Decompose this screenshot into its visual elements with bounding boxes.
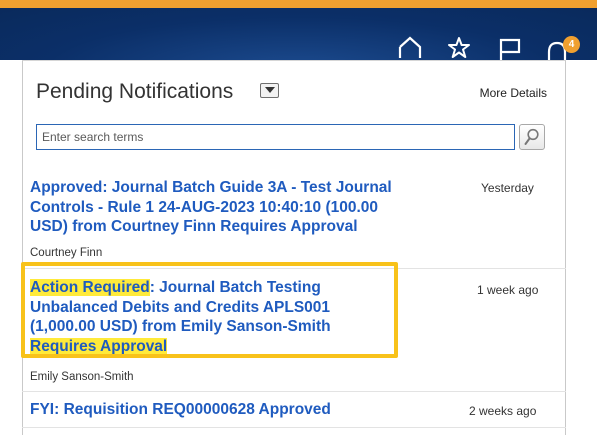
search-button[interactable] <box>519 124 545 150</box>
notification-sender: Courtney Finn <box>30 247 103 259</box>
home-icon[interactable] <box>398 36 422 58</box>
brand-strip <box>0 0 597 8</box>
list-divider <box>22 427 566 428</box>
magnifier-icon <box>524 128 539 145</box>
notification-time: Yesterday <box>481 181 534 195</box>
notification-time: 2 weeks ago <box>469 404 537 418</box>
list-divider <box>22 391 566 392</box>
watchlist-flag-icon[interactable] <box>498 38 522 60</box>
notification-title-link[interactable]: Approved: Journal Batch Guide 3A - Test … <box>30 178 410 237</box>
favorites-star-icon[interactable] <box>447 36 471 58</box>
notification-count-badge: 4 <box>563 36 580 53</box>
notification-sender: Emily Sanson-Smith <box>30 371 134 383</box>
panel-title: Pending Notifications <box>36 80 234 103</box>
caret-down-icon <box>264 87 275 93</box>
notification-time: 1 week ago <box>477 283 539 297</box>
callout-highlight-box <box>21 262 398 358</box>
search-input[interactable] <box>36 124 515 150</box>
title-dropdown-button[interactable] <box>260 83 279 98</box>
more-details-link[interactable]: More Details <box>480 86 547 100</box>
notification-title-link[interactable]: FYI: Requisition REQ00000628 Approved <box>30 400 410 420</box>
